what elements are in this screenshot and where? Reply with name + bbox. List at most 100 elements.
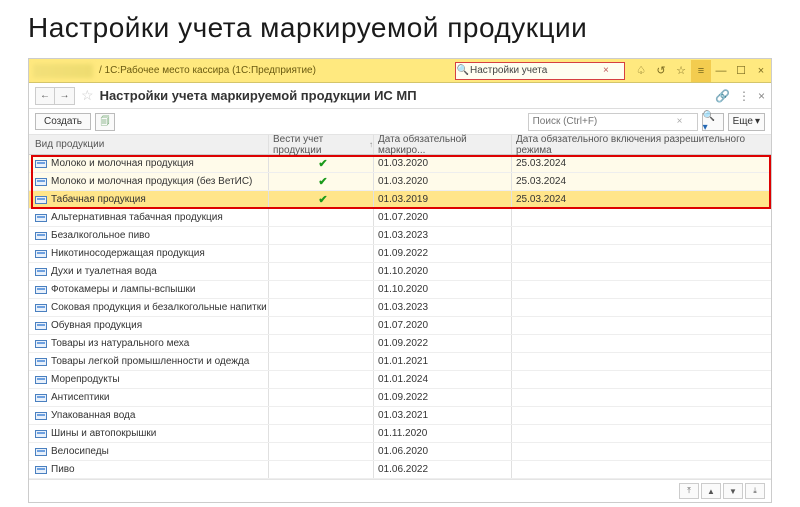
cell-product: Фотокамеры и лампы-вспышки — [29, 281, 269, 298]
cell-date1: 01.11.2020 — [374, 425, 512, 442]
cell-product: Велосипеды — [29, 443, 269, 460]
cell-date2 — [512, 389, 771, 406]
table-row[interactable]: Велосипеды01.06.2020 — [29, 443, 771, 461]
table-row[interactable]: Фотокамеры и лампы-вспышки01.10.2020 — [29, 281, 771, 299]
cell-track: ✔ — [269, 173, 374, 190]
table-row[interactable]: Молоко и молочная продукция✔01.03.202025… — [29, 155, 771, 173]
page-last-button[interactable]: ⤓ — [745, 483, 765, 499]
close-icon[interactable]: × — [751, 60, 771, 82]
sort-asc-icon: ↑ — [369, 140, 373, 149]
kebab-icon[interactable]: ⋮ — [738, 89, 750, 103]
cell-date2 — [512, 353, 771, 370]
table-row[interactable]: Шины и автопокрышки01.11.2020 — [29, 425, 771, 443]
nav-back-button[interactable]: ← — [35, 87, 55, 105]
cell-track — [269, 317, 374, 334]
column-product-type[interactable]: Вид продукции — [29, 135, 269, 154]
minimize-icon[interactable]: — — [711, 60, 731, 82]
page-heading: Настройки учета маркируемой продукции — [0, 0, 800, 52]
cell-product-label: Обувная продукция — [51, 320, 142, 331]
window-titlebar: / 1С:Рабочее место кассира (1С:Предприят… — [29, 59, 771, 83]
cell-product-label: Табачная продукция — [51, 194, 146, 205]
table-body: Молоко и молочная продукция✔01.03.202025… — [29, 155, 771, 479]
list-search-input[interactable] — [529, 116, 674, 127]
cell-date2 — [512, 407, 771, 424]
column-track[interactable]: Вести учет продукции↑ — [269, 135, 374, 154]
cell-track — [269, 245, 374, 262]
table-row[interactable]: Морепродукты01.01.2024 — [29, 371, 771, 389]
nav-forward-button[interactable]: → — [55, 87, 75, 105]
table-row[interactable]: Соковая продукция и безалкогольные напит… — [29, 299, 771, 317]
page-up-button[interactable]: ▲ — [701, 483, 721, 499]
global-search-input[interactable] — [470, 65, 600, 76]
table-row[interactable]: Упакованная вода01.03.2021 — [29, 407, 771, 425]
panel-close-icon[interactable]: × — [758, 89, 765, 103]
row-icon — [35, 214, 47, 222]
table-row[interactable]: Безалкогольное пиво01.03.2023 — [29, 227, 771, 245]
maximize-icon[interactable]: ☐ — [731, 60, 751, 82]
cell-date1: 01.03.2019 — [374, 191, 512, 208]
history-icon[interactable]: ↺ — [651, 60, 671, 82]
row-icon — [35, 286, 47, 294]
more-button[interactable]: Еще▾ — [728, 113, 765, 131]
cell-track — [269, 299, 374, 316]
cell-track: ✔ — [269, 191, 374, 208]
cell-date2 — [512, 317, 771, 334]
cell-product-label: Велосипеды — [51, 446, 109, 457]
favorite-icon[interactable]: ☆ — [671, 60, 691, 82]
cell-date1: 01.06.2022 — [374, 461, 512, 478]
check-icon: ✔ — [318, 175, 327, 188]
row-icon — [35, 196, 47, 204]
table-row[interactable]: Никотиносодержащая продукция01.09.2022 — [29, 245, 771, 263]
column-permission-date[interactable]: Дата обязательного включения разрешитель… — [512, 135, 771, 154]
column-mandatory-date[interactable]: Дата обязательной маркиро... — [374, 135, 512, 154]
blurred-logo — [33, 64, 93, 78]
cell-track: ✔ — [269, 155, 374, 172]
row-icon — [35, 466, 47, 474]
table-row[interactable]: Пиво01.06.2022 — [29, 461, 771, 479]
cell-date2 — [512, 461, 771, 478]
cell-date2 — [512, 371, 771, 388]
bell-icon[interactable]: ♤ — [631, 60, 651, 82]
cell-track — [269, 227, 374, 244]
cell-date1: 01.03.2023 — [374, 299, 512, 316]
table-row[interactable]: Альтернативная табачная продукция 01.07.2… — [29, 209, 771, 227]
copy-button[interactable]: 🗐 — [95, 113, 115, 131]
menu-toggle-icon[interactable]: ≡ — [691, 60, 711, 82]
table-row[interactable]: Товары легкой промышленности и одежда01.… — [29, 353, 771, 371]
search-button[interactable]: 🔍 ▾ — [702, 113, 724, 131]
table-row[interactable]: Товары из натурального меха01.09.2022 — [29, 335, 771, 353]
cell-track — [269, 389, 374, 406]
row-icon — [35, 160, 47, 168]
create-button[interactable]: Создать — [35, 113, 91, 130]
panel-title: Настройки учета маркируемой продукции ИС… — [100, 88, 417, 103]
search-clear-icon[interactable]: × — [600, 65, 612, 76]
list-search-clear-icon[interactable]: × — [674, 116, 686, 127]
table-row[interactable]: Антисептики01.09.2022 — [29, 389, 771, 407]
link-icon[interactable]: 🔗 — [715, 89, 730, 103]
table-row[interactable]: Обувная продукция 01.07.2020 — [29, 317, 771, 335]
row-icon — [35, 268, 47, 276]
cell-date1: 01.09.2022 — [374, 335, 512, 352]
page-down-button[interactable]: ▼ — [723, 483, 743, 499]
cell-date1: 01.07.2020 — [374, 209, 512, 226]
list-search[interactable]: × — [528, 113, 698, 131]
cell-track — [269, 281, 374, 298]
cell-product: Альтернативная табачная продукция — [29, 209, 269, 226]
cell-date2 — [512, 209, 771, 226]
table-row[interactable]: Духи и туалетная вода01.10.2020 — [29, 263, 771, 281]
cell-product-label: Товары легкой промышленности и одежда — [51, 356, 249, 367]
cell-date2 — [512, 281, 771, 298]
cell-track — [269, 353, 374, 370]
table-row[interactable]: Молоко и молочная продукция (без ВетИС)✔… — [29, 173, 771, 191]
cell-product: Обувная продукция — [29, 317, 269, 334]
cell-date1: 01.07.2020 — [374, 317, 512, 334]
cell-product-label: Духи и туалетная вода — [51, 266, 157, 277]
global-search[interactable]: 🔍 × — [455, 62, 625, 80]
cell-product-label: Упакованная вода — [51, 410, 135, 421]
cell-product: Упакованная вода — [29, 407, 269, 424]
page-first-button[interactable]: ⤒ — [679, 483, 699, 499]
cell-product: Безалкогольное пиво — [29, 227, 269, 244]
bookmark-icon[interactable]: ☆ — [81, 87, 94, 104]
table-row[interactable]: Табачная продукция✔01.03.201925.03.2024 — [29, 191, 771, 209]
cell-product-label: Никотиносодержащая продукция — [51, 248, 205, 259]
